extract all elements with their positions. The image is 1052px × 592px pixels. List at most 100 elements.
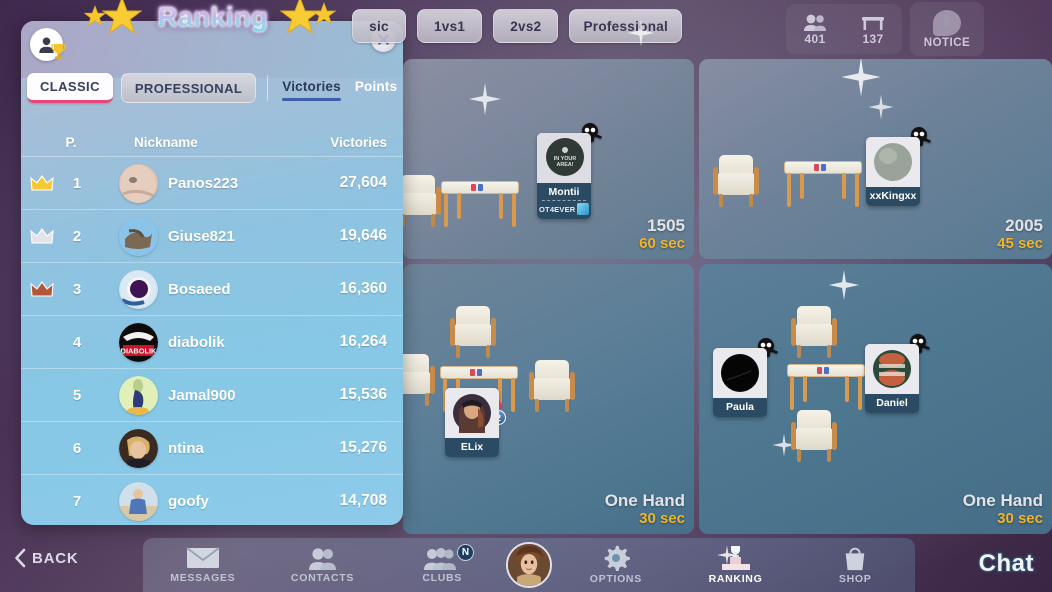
player-seat-card[interactable]: IN YOUR AREA! Montii OT4EVER — [537, 123, 602, 219]
filter-2vs2[interactable]: 2vs2 — [493, 9, 559, 43]
table-card[interactable]: IN YOUR AREA! Montii OT4EVER 1505 60 sec — [403, 59, 694, 259]
table-info: 1505 60 sec — [639, 217, 685, 252]
avatar — [119, 163, 158, 203]
nav-item-ranking[interactable]: RANKING — [676, 538, 796, 592]
ranking-panel: CLASSIC PROFESSIONAL Victories Points P.… — [21, 21, 403, 525]
player-seat-card[interactable]: 2 ELix — [445, 388, 506, 457]
sparkle-icon — [469, 83, 501, 115]
header-victories: Victories — [330, 135, 387, 150]
nav-item-messages[interactable]: MESSAGES — [143, 538, 263, 592]
table-row[interactable]: 5 Jamal900 15,536 — [21, 369, 403, 422]
nav-label-shop: SHOP — [838, 573, 872, 585]
table-row[interactable]: 6 ntina 15,276 — [21, 422, 403, 475]
players-icon — [804, 14, 826, 31]
player-avatar — [713, 348, 767, 398]
star-icon — [102, 0, 142, 34]
filter-professional[interactable]: Professional — [569, 9, 683, 43]
table-timer: 30 sec — [639, 510, 685, 528]
back-label: BACK — [32, 549, 79, 567]
chair — [713, 155, 759, 207]
nav-label-options: OPTIONS — [589, 573, 642, 585]
filter-classic[interactable]: sic — [352, 9, 406, 43]
filter-1vs1[interactable]: 1vs1 — [417, 9, 483, 43]
player-seat-card[interactable]: xxKingxx — [866, 127, 931, 206]
notice-button[interactable]: NOTICE — [910, 2, 984, 56]
row-nickname: Jamal900 — [168, 386, 236, 404]
row-nickname: Panos223 — [168, 174, 239, 192]
avatar[interactable] — [506, 542, 553, 588]
row-position: 4 — [72, 333, 82, 351]
leaderboard-rows[interactable]: 1 Panos223 27,604 2 Giuse821 19,646 3 Bo… — [21, 157, 403, 525]
table-row[interactable]: 7 goofy 14,708 — [21, 475, 403, 525]
gear-icon — [604, 545, 630, 571]
subtab-points[interactable]: Points — [352, 75, 400, 101]
speech-bubble-icon — [933, 9, 961, 36]
avatar — [119, 269, 158, 309]
row-victories: 15,276 — [339, 439, 387, 456]
table-row[interactable]: 4 DIABOLIK diabolik 16,264 — [21, 316, 403, 369]
player-seat-card[interactable]: Daniel — [865, 334, 930, 413]
back-button[interactable]: BACK — [14, 548, 79, 568]
shopping-bag-icon — [845, 547, 865, 571]
sparkle-icon — [868, 94, 894, 120]
podium-icon — [721, 546, 750, 570]
tab-professional[interactable]: PROFESSIONAL — [120, 73, 257, 103]
row-nickname: Bosaeed — [168, 280, 231, 298]
gold-crown-icon — [21, 174, 63, 192]
notice-label: NOTICE — [923, 36, 971, 49]
row-nickname: goofy — [168, 492, 209, 510]
nav-item-clubs[interactable]: N CLUBS — [382, 538, 502, 592]
star-icon — [312, 2, 336, 25]
row-nickname: ntina — [168, 439, 204, 457]
game-table — [787, 364, 865, 410]
table-timer: 45 sec — [997, 235, 1043, 253]
row-victories: 14,708 — [339, 492, 387, 509]
table-timer: 60 sec — [639, 235, 685, 253]
table-info: One Hand 30 sec — [963, 492, 1043, 527]
table-row[interactable]: 3 Bosaeed 16,360 — [21, 263, 403, 316]
open-tables-count: 137 — [862, 31, 884, 46]
online-players-count: 401 — [804, 31, 826, 46]
chat-label: Chat — [977, 549, 1035, 579]
chair — [791, 410, 837, 462]
player-nickname: Daniel — [876, 397, 908, 409]
subtab-victories-label: Victories — [282, 79, 341, 94]
table-card[interactable]: xxKingxx 2005 45 sec — [699, 59, 1052, 259]
game-table — [441, 181, 519, 227]
chair — [529, 360, 575, 412]
avatar — [119, 481, 158, 521]
tab-classic[interactable]: CLASSIC — [27, 73, 113, 103]
nav-label-contacts: CONTACTS — [290, 572, 355, 584]
clubs-icon — [424, 548, 457, 570]
row-nickname: Giuse821 — [168, 227, 235, 245]
envelope-icon — [186, 547, 220, 568]
nav-item-contacts[interactable]: CONTACTS — [263, 538, 383, 592]
row-victories: 16,264 — [339, 333, 387, 350]
divider — [542, 200, 586, 201]
table-timer: 30 sec — [997, 510, 1043, 528]
chat-button[interactable]: Chat — [975, 548, 1038, 580]
table-row[interactable]: 1 Panos223 27,604 — [21, 157, 403, 210]
player-nickname: ELix — [460, 441, 484, 453]
table-row[interactable]: 2 Giuse821 19,646 — [21, 210, 403, 263]
club-logo-icon — [577, 203, 589, 215]
player-club-tag: OT4EVER — [539, 204, 576, 214]
player-seat-card[interactable]: Paula — [713, 338, 778, 417]
row-victories: 27,604 — [339, 174, 387, 191]
table-name: 1505 — [647, 216, 685, 236]
chair — [450, 306, 496, 358]
tab-divider — [267, 75, 269, 101]
chair — [791, 306, 837, 358]
open-tables-counter: 137 — [861, 13, 885, 46]
chevron-left-icon — [15, 548, 26, 568]
table-card[interactable]: Paula Daniel One Hand 30 sec — [699, 264, 1052, 534]
table-name: One Hand — [604, 491, 685, 511]
player-nickname: Paula — [725, 401, 754, 413]
nav-item-options[interactable]: OPTIONS — [556, 538, 676, 592]
row-position: 2 — [72, 227, 82, 245]
row-position: 5 — [72, 386, 82, 404]
player-avatar — [445, 388, 499, 438]
subtab-victories[interactable]: Victories — [279, 75, 344, 101]
nav-item-shop[interactable]: SHOP — [795, 538, 915, 592]
table-card[interactable]: 2 ELix One Hand 30 sec — [403, 264, 694, 534]
